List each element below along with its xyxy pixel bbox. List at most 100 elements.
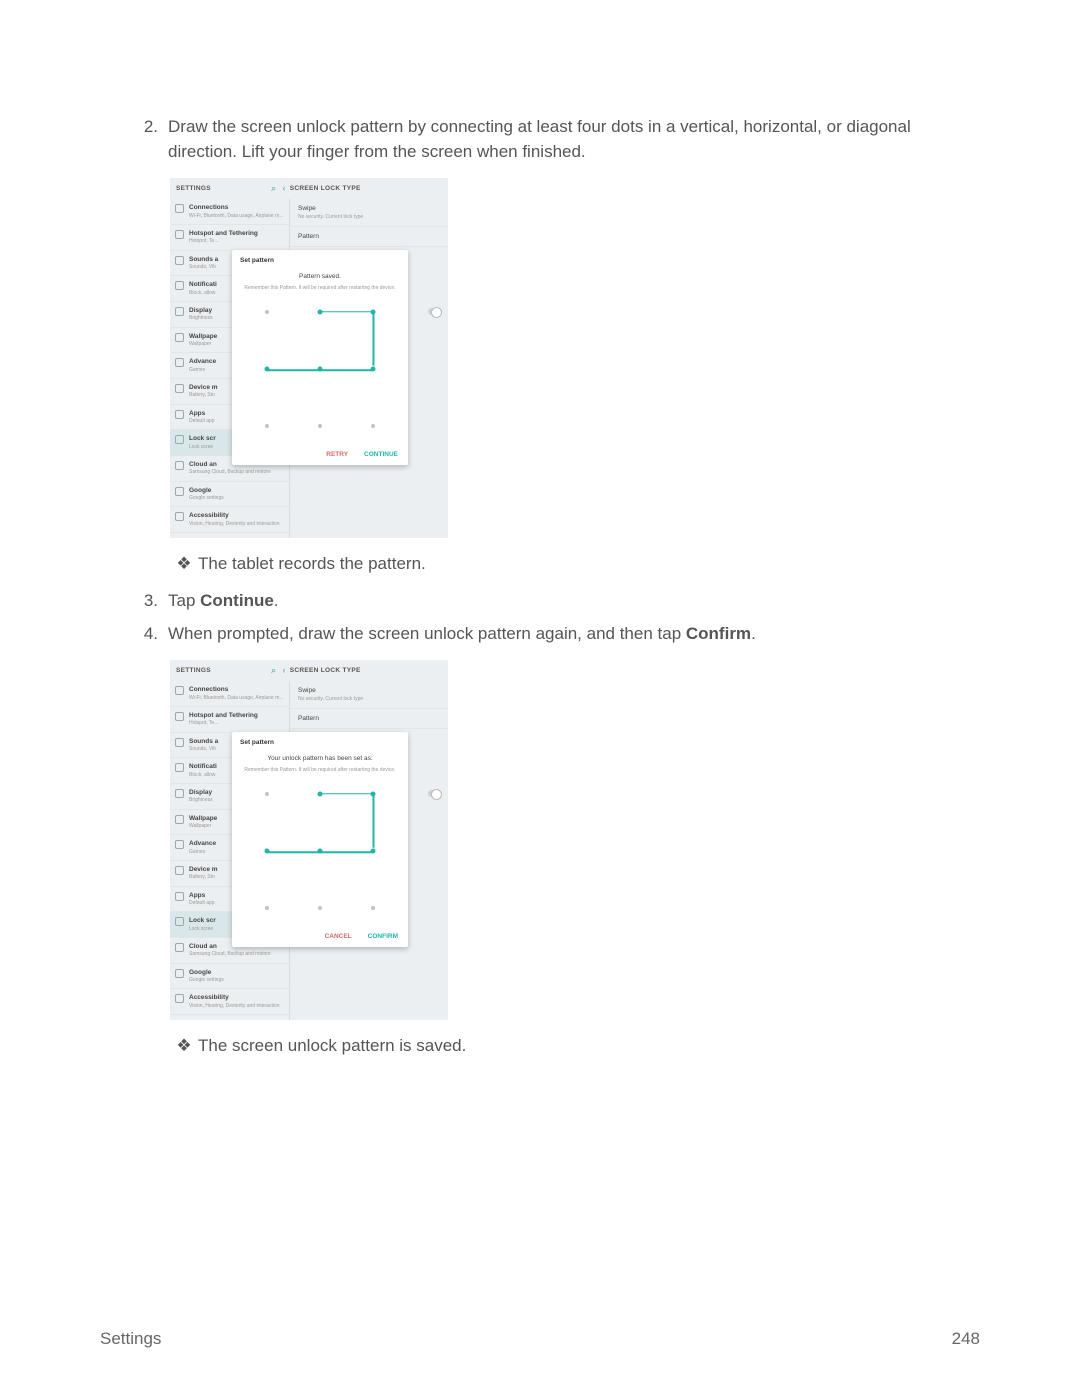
pattern-dot (265, 906, 269, 910)
footer-page-number: 248 (952, 1327, 980, 1352)
pattern-dot (318, 848, 323, 853)
step-number-4: 4. (140, 622, 168, 647)
item-icon (175, 461, 184, 470)
search-icon: ⌕ (271, 664, 276, 677)
dialog-primary-button[interactable]: CONFIRM (368, 932, 398, 941)
pattern-dot (371, 424, 375, 428)
dialog-primary-button[interactable]: CONTINUE (364, 450, 398, 459)
pattern-dot (370, 366, 375, 371)
screenshot-2: SETTINGS ⌕ ‹ SCREEN LOCK TYPE Connection… (170, 660, 448, 1020)
sidebar-item: AccessibilityVision, Hearing, Dexterity … (170, 507, 289, 533)
sidebar-item: ConnectionsWi-Fi, Bluetooth, Data usage,… (170, 681, 289, 707)
item-icon (175, 866, 184, 875)
pattern-line (320, 311, 373, 313)
item-icon (175, 738, 184, 747)
screenshot-1: SETTINGS ⌕ ‹ SCREEN LOCK TYPE Connection… (170, 178, 448, 538)
dialog-secondary-button[interactable]: CANCEL (325, 932, 352, 941)
pattern-line (267, 369, 320, 371)
step-3-text: Tap Continue. (168, 589, 980, 614)
pattern-line (373, 313, 375, 366)
pattern-grid (254, 298, 386, 440)
pattern-dot (265, 848, 270, 853)
item-icon (175, 994, 184, 1003)
diamond-bullet-icon: ❖ (170, 1034, 198, 1059)
settings-header: SETTINGS (176, 184, 271, 193)
sidebar-item: GoogleGoogle settings (170, 482, 289, 508)
item-icon (175, 307, 184, 316)
item-icon (175, 512, 184, 521)
dialog-message: Pattern saved. (240, 272, 400, 281)
pattern-dot (318, 309, 323, 314)
item-icon (175, 333, 184, 342)
dialog-note: Remember this Pattern. It will be requir… (240, 767, 400, 774)
item-icon (175, 712, 184, 721)
sidebar-item: GoogleGoogle settings (170, 964, 289, 990)
sidebar-item: AccessibilityVision, Hearing, Dexterity … (170, 989, 289, 1015)
item-icon (175, 230, 184, 239)
screen-lock-type-header: SCREEN LOCK TYPE (290, 666, 442, 675)
search-icon: ⌕ (271, 182, 276, 195)
pattern-dot (265, 366, 270, 371)
pattern-dot (318, 424, 322, 428)
pattern-dot (318, 791, 323, 796)
pattern-dot (265, 424, 269, 428)
pattern-grid (254, 780, 386, 922)
item-icon (175, 204, 184, 213)
item-icon (175, 815, 184, 824)
pattern-dot (371, 906, 375, 910)
footer-left: Settings (100, 1327, 161, 1352)
set-pattern-dialog: Set pattern Pattern saved. Remember this… (232, 250, 408, 465)
set-pattern-dialog: Set pattern Your unlock pattern has been… (232, 732, 408, 947)
sidebar-item: Hotspot and TetheringHotspot, Te... (170, 707, 289, 733)
pattern-dot (318, 906, 322, 910)
lock-type-item: Pattern (290, 709, 448, 729)
back-chevron-icon: ‹ (282, 182, 285, 195)
lock-type-item: Swipe No security. Current lock type (290, 199, 448, 227)
dialog-title: Set pattern (240, 738, 400, 747)
dialog-title: Set pattern (240, 256, 400, 265)
pattern-dot (318, 366, 323, 371)
bullet-1-text: The tablet records the pattern. (198, 552, 426, 577)
item-icon (175, 256, 184, 265)
item-icon (175, 410, 184, 419)
pattern-dot (370, 791, 375, 796)
dialog-secondary-button[interactable]: RETRY (326, 450, 348, 459)
lock-type-item: Pattern (290, 227, 448, 247)
item-icon (175, 435, 184, 444)
settings-header: SETTINGS (176, 666, 271, 675)
item-icon (175, 686, 184, 695)
pattern-line (320, 793, 373, 795)
pattern-line (373, 795, 375, 848)
item-icon (175, 969, 184, 978)
item-icon (175, 281, 184, 290)
item-icon (175, 763, 184, 772)
item-icon (175, 840, 184, 849)
item-icon (175, 892, 184, 901)
pattern-dot (370, 309, 375, 314)
item-icon (175, 789, 184, 798)
pattern-dot (265, 792, 269, 796)
dialog-note: Remember this Pattern. It will be requir… (240, 285, 400, 292)
pattern-dot (265, 310, 269, 314)
pattern-line (267, 851, 320, 853)
pattern-line (320, 369, 373, 371)
sidebar-item: Hotspot and TetheringHotspot, Te... (170, 225, 289, 251)
lock-type-item: Swipe No security. Current lock type (290, 681, 448, 709)
pattern-line (320, 851, 373, 853)
dialog-message: Your unlock pattern has been set as: (240, 754, 400, 763)
pattern-dot (370, 848, 375, 853)
sidebar-item: ConnectionsWi-Fi, Bluetooth, Data usage,… (170, 199, 289, 225)
screen-lock-type-header: SCREEN LOCK TYPE (290, 184, 442, 193)
item-icon (175, 487, 184, 496)
diamond-bullet-icon: ❖ (170, 552, 198, 577)
bullet-2-text: The screen unlock pattern is saved. (198, 1034, 466, 1059)
item-icon (175, 384, 184, 393)
item-icon (175, 943, 184, 952)
step-number-3: 3. (140, 589, 168, 614)
step-2-text: Draw the screen unlock pattern by connec… (168, 115, 980, 164)
back-chevron-icon: ‹ (282, 664, 285, 677)
item-icon (175, 917, 184, 926)
step-4-text: When prompted, draw the screen unlock pa… (168, 622, 980, 647)
step-number-2: 2. (140, 115, 168, 164)
item-icon (175, 358, 184, 367)
